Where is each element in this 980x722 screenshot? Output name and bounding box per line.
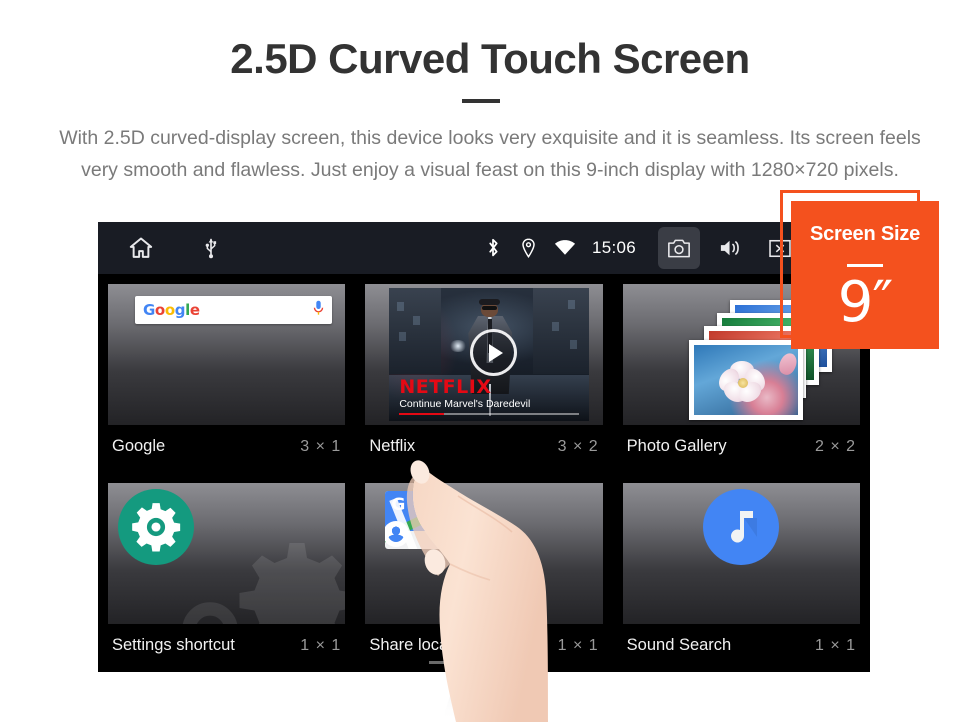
widget-size: 1 × 1 (814, 637, 856, 654)
device-screen: 15:06 Google Google 3 × 1 NETFLIX Contin… (98, 222, 870, 672)
widget-meta-netflix: Netflix 3 × 2 (365, 425, 602, 456)
google-logo: Google (143, 301, 200, 319)
widget-grid: Google Google 3 × 1 NETFLIX Continue Mar… (98, 274, 870, 672)
widget-meta-photo-gallery: Photo Gallery 2 × 2 (623, 425, 860, 456)
widget-cell-netflix[interactable]: NETFLIX Continue Marvel's Daredevil Netf… (355, 274, 612, 473)
location-pin-icon (516, 235, 542, 261)
widget-preview-netflix[interactable]: NETFLIX Continue Marvel's Daredevil (365, 284, 603, 425)
building-left (389, 288, 442, 374)
android-status-bar: 15:06 (98, 222, 870, 274)
widget-meta-google: Google 3 × 1 (108, 425, 345, 456)
status-bar-clock: 15:06 (591, 238, 636, 257)
status-bar-left-group (98, 235, 224, 261)
page-title: 2.5D Curved Touch Screen (230, 35, 750, 82)
widget-label: Sound Search (626, 636, 732, 654)
usb-icon (198, 235, 224, 261)
widget-cell-share-location[interactable]: G Share location 1 × 1 (355, 473, 612, 672)
widget-meta-share-location: Share location 1 × 1 (365, 624, 602, 655)
character-sunglasses (482, 306, 498, 310)
page-dash-2[interactable] (469, 661, 499, 664)
title-underline-rule (462, 99, 500, 103)
widget-cell-google[interactable]: Google Google 3 × 1 (98, 274, 355, 473)
playback-progress-fill (399, 412, 445, 415)
widget-label: Photo Gallery (626, 437, 727, 455)
google-search-bar[interactable]: Google (135, 296, 332, 324)
microphone-icon[interactable] (313, 300, 324, 321)
widget-label: Share location (369, 636, 475, 654)
photo-thumb-blossom (688, 340, 803, 420)
widget-cell-settings-shortcut[interactable]: Settings shortcut 1 × 1 (98, 473, 355, 672)
widget-preview-google[interactable]: Google (108, 284, 346, 425)
screen-size-badge: Screen Size 9″ (791, 201, 939, 349)
netflix-logo: NETFLIX (399, 376, 492, 398)
volume-icon[interactable] (710, 228, 750, 268)
music-note-icon[interactable] (703, 489, 780, 565)
wifi-icon (552, 235, 578, 261)
widget-meta-sound-search: Sound Search 1 × 1 (623, 624, 860, 655)
cherry-blossom (714, 361, 770, 407)
building-right (533, 288, 590, 374)
widget-label: Netflix (369, 437, 416, 455)
flower-bud (776, 350, 800, 378)
netflix-subtitle: Continue Marvel's Daredevil (399, 398, 531, 410)
page-indicator (98, 661, 870, 664)
widget-preview-settings-shortcut[interactable] (108, 483, 346, 624)
widget-size: 3 × 2 (557, 438, 599, 455)
widget-label: Settings shortcut (112, 636, 235, 654)
widget-label: Google (112, 437, 166, 455)
google-maps-icon[interactable]: G (385, 491, 450, 549)
camera-icon[interactable] (658, 227, 700, 269)
screen-size-badge-title: Screen Size (809, 223, 921, 245)
playback-progress-bar[interactable] (399, 412, 580, 415)
widget-size: 1 × 1 (300, 637, 342, 654)
bluetooth-icon (480, 235, 506, 261)
page-description: With 2.5D curved-display screen, this de… (59, 127, 921, 181)
widget-preview-sound-search[interactable] (622, 483, 860, 624)
google-g-letter: G (391, 495, 406, 515)
widget-size: 2 × 2 (814, 438, 856, 455)
home-icon[interactable] (128, 235, 154, 261)
character-hair (479, 299, 501, 305)
widget-preview-share-location[interactable]: G (365, 483, 603, 624)
widget-size: 3 × 1 (300, 438, 342, 455)
screen-size-badge-rule (847, 264, 883, 267)
widget-size: 1 × 1 (557, 637, 599, 654)
page-dash-3-active[interactable] (509, 661, 539, 664)
gear-icon[interactable] (118, 489, 194, 565)
screen-size-badge-value: 9″ (837, 270, 894, 335)
play-icon[interactable] (470, 329, 518, 376)
gear-icon-background-secondary (164, 584, 256, 624)
page-dash-1[interactable] (429, 661, 459, 664)
street-light (449, 340, 468, 352)
netflix-artwork: NETFLIX Continue Marvel's Daredevil (389, 288, 590, 421)
widget-meta-settings-shortcut: Settings shortcut 1 × 1 (108, 624, 345, 655)
widget-cell-sound-search[interactable]: Sound Search 1 × 1 (613, 473, 870, 672)
